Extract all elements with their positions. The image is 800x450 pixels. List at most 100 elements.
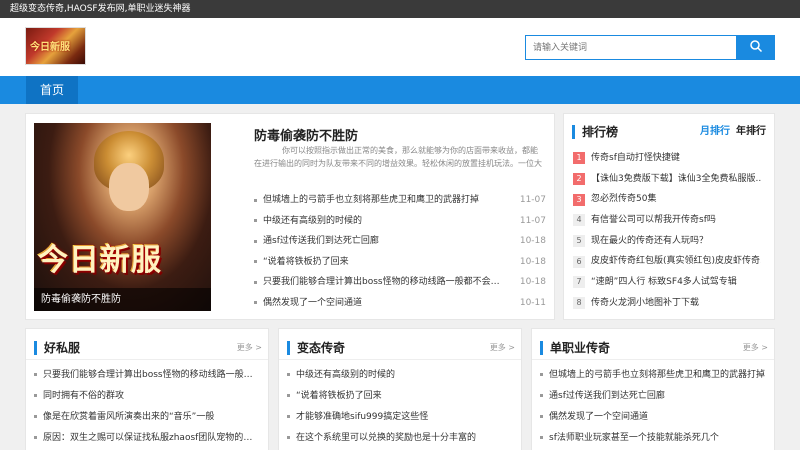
ranking-item[interactable]: 4 有信誉公司可以帮我开传奇sf吗 (573, 210, 769, 231)
ranking-item[interactable]: 7 “速朗”四人行 标致SF4多人试驾专辑 (573, 272, 769, 293)
ranking-item[interactable]: 5 现在最火的传奇还有人玩吗？ (573, 231, 769, 252)
category-title[interactable]: 好私服 (44, 339, 80, 357)
rank-number: 4 (573, 214, 585, 227)
featured-image-banner: 今日新服 (38, 243, 162, 278)
list-item-title[interactable]: 中级还有高级别的时候的 (296, 370, 395, 380)
search-button[interactable] (736, 35, 775, 60)
rank-number: 1 (573, 152, 585, 165)
list-item-date: 10-18 (519, 277, 546, 287)
list-item[interactable]: 通sf过传送我们到达死亡回廊 10-18 (254, 231, 546, 252)
bullet (540, 373, 543, 376)
ranking-item[interactable]: 8 传奇火龙洞小地图补丁下载 (573, 293, 769, 314)
logo-text: 今日新服 (30, 42, 70, 53)
list-item[interactable]: “说着将铁板扔了回来 (287, 386, 513, 407)
ranking-item[interactable]: 3 忽必烈传奇50集 (573, 189, 769, 210)
ranking-item-title[interactable]: 皮皮虾传奇红包版(真实领红包)皮皮虾传奇... (591, 251, 761, 272)
list-item[interactable]: 但城墙上的弓箭手也立刻将那些虎卫和鹰卫的武器打掉 11-07 (254, 190, 546, 211)
ranking-item-title[interactable]: 传奇火龙洞小地图补丁下载 (591, 293, 761, 314)
bullet (540, 436, 543, 439)
bullet (254, 198, 257, 202)
search-icon (749, 40, 763, 56)
list-item[interactable]: 才能够准确地sifu999搞定这些怪 (287, 407, 513, 428)
list-item-date: 10-11 (519, 297, 546, 308)
accent-bar (540, 341, 543, 355)
accent-bar (34, 341, 37, 355)
featured-image-face (109, 163, 149, 211)
ranking-item[interactable]: 1 传奇sf自动打怪快捷键 (573, 148, 769, 169)
category-header: 单职业传奇 更多 > (540, 339, 768, 357)
list-item-title[interactable]: 只要我们能够合理计算出boss怪物的移动线路一般都不会有太大... (263, 272, 503, 293)
list-item-date: 10-18 (519, 236, 546, 246)
list-item[interactable]: 中级还有高级别的时候的 11-07 (254, 211, 546, 232)
nav-item-home[interactable]: 首页 (26, 76, 78, 104)
ranking-item-title[interactable]: 【诛仙3免费版下载】诛仙3全免费私服版... (591, 169, 761, 190)
list-item-title[interactable]: 像是在欣赏着雷风所演奏出来的“音乐”一般 (43, 412, 214, 422)
category-title[interactable]: 变态传奇 (297, 339, 345, 357)
category-panel-variant-legend: 变态传奇 更多 > 中级还有高级别的时候的 “说着将铁板扔了回来 才能够准确地s… (278, 328, 522, 450)
bullet (254, 280, 257, 284)
ranking-item[interactable]: 6 皮皮虾传奇红包版(真实领红包)皮皮虾传奇... (573, 251, 769, 272)
bullet (34, 394, 37, 397)
list-item[interactable]: 中级还有高级别的时候的 (287, 365, 513, 386)
category-header: 变态传奇 更多 > (287, 339, 515, 357)
list-item[interactable]: sf法师职业玩家甚至一个技能就能杀死几个 (540, 428, 766, 449)
list-item[interactable]: 原因：双生之赐可以保证找私服zhaosf团队宠物的血量... (34, 428, 260, 449)
list-item-title[interactable]: 通sf过传送我们到达死亡回廊 (263, 231, 503, 252)
list-item[interactable]: 只要我们能够合理计算出boss怪物的移动线路一般都... (34, 365, 260, 386)
category-list: 中级还有高级别的时候的 “说着将铁板扔了回来 才能够准确地sifu999搞定这些… (287, 365, 513, 449)
list-item[interactable]: “说着将铁板扔了回来 10-18 (254, 252, 546, 273)
list-item-title[interactable]: 但城墙上的弓箭手也立刻将那些虎卫和鹰卫的武器打掉 (549, 370, 765, 380)
bullet (254, 301, 257, 305)
search-input[interactable] (525, 35, 737, 60)
list-item[interactable]: 但城墙上的弓箭手也立刻将那些虎卫和鹰卫的武器打掉 (540, 365, 766, 386)
list-item[interactable]: 只要我们能够合理计算出boss怪物的移动线路一般都不会有太大... 10-18 (254, 272, 546, 293)
list-item-title[interactable]: 在这个系统里可以兑换的奖励也是十分丰富的 (296, 433, 476, 443)
ranking-item-title[interactable]: 传奇sf自动打怪快捷键 (591, 148, 761, 169)
category-panel-single-class-legend: 单职业传奇 更多 > 但城墙上的弓箭手也立刻将那些虎卫和鹰卫的武器打掉 通sf过… (531, 328, 775, 450)
category-title[interactable]: 单职业传奇 (550, 339, 610, 357)
header: 今日新服 (0, 18, 800, 76)
featured-image-caption[interactable]: 防毒偷袭防不胜防 (34, 288, 211, 311)
rank-number: 3 (573, 193, 585, 206)
tab-year[interactable]: 年排行 (736, 123, 766, 141)
featured-panel: 今日新服 防毒偷袭防不胜防 防毒偷袭防不胜防 你可以按照指示做出正常的美食，那么… (25, 113, 555, 320)
bullet (287, 415, 290, 418)
ranking-item-title[interactable]: 有信誉公司可以帮我开传奇sf吗 (591, 210, 761, 231)
list-item-title[interactable]: 通sf过传送我们到达死亡回廊 (549, 391, 665, 401)
featured-image[interactable]: 今日新服 防毒偷袭防不胜防 (34, 123, 211, 311)
ranking-item-title[interactable]: 忽必烈传奇50集 (591, 189, 761, 210)
category-panel-good-private-server: 好私服 更多 > 只要我们能够合理计算出boss怪物的移动线路一般都... 同时… (25, 328, 269, 450)
site-logo[interactable]: 今日新服 (25, 27, 86, 65)
list-item[interactable]: 像是在欣赏着雷风所演奏出来的“音乐”一般 (34, 407, 260, 428)
list-item[interactable]: 偶然发现了一个空间通道 (540, 407, 766, 428)
list-item-title[interactable]: “说着将铁板扔了回来 (263, 252, 503, 273)
rank-number: 6 (573, 255, 585, 268)
list-item-date: 11-07 (519, 195, 546, 205)
bullet (287, 436, 290, 439)
ranking-item[interactable]: 2 【诛仙3免费版下载】诛仙3全免费私服版... (573, 169, 769, 190)
divider (279, 359, 521, 360)
list-item-title[interactable]: 同时拥有不俗的群攻 (43, 391, 124, 401)
list-item-title[interactable]: “说着将铁板扔了回来 (296, 391, 382, 401)
list-item[interactable]: 通sf过传送我们到达死亡回廊 (540, 386, 766, 407)
list-item-title[interactable]: 中级还有高级别的时候的 (263, 211, 503, 232)
more-link[interactable]: 更多 > (490, 339, 515, 357)
more-link[interactable]: 更多 > (237, 339, 262, 357)
list-item-title[interactable]: 原因：双生之赐可以保证找私服zhaosf团队宠物的血量... (43, 433, 260, 443)
list-item[interactable]: 在这个系统里可以兑换的奖励也是十分丰富的 (287, 428, 513, 449)
ranking-item-title[interactable]: 现在最火的传奇还有人玩吗？ (591, 231, 761, 252)
list-item-title[interactable]: sf法师职业玩家甚至一个技能就能杀死几个 (549, 433, 719, 443)
featured-title[interactable]: 防毒偷袭防不胜防 (254, 125, 358, 144)
bullet (34, 415, 37, 418)
list-item-title[interactable]: 只要我们能够合理计算出boss怪物的移动线路一般都... (43, 370, 260, 380)
bullet (254, 260, 257, 264)
list-item-title[interactable]: 才能够准确地sifu999搞定这些怪 (296, 412, 428, 422)
list-item-title[interactable]: 偶然发现了一个空间通道 (549, 412, 648, 422)
more-link[interactable]: 更多 > (743, 339, 768, 357)
tab-month[interactable]: 月排行 (700, 123, 730, 141)
list-item[interactable]: 同时拥有不俗的群攻 (34, 386, 260, 407)
list-item-title[interactable]: 但城墙上的弓箭手也立刻将那些虎卫和鹰卫的武器打掉 (263, 190, 503, 211)
list-item-title[interactable]: 偶然发现了一个空间通道 (263, 293, 503, 314)
ranking-item-title[interactable]: “速朗”四人行 标致SF4多人试驾专辑 (591, 272, 761, 293)
list-item[interactable]: 偶然发现了一个空间通道 10-11 (254, 293, 546, 314)
